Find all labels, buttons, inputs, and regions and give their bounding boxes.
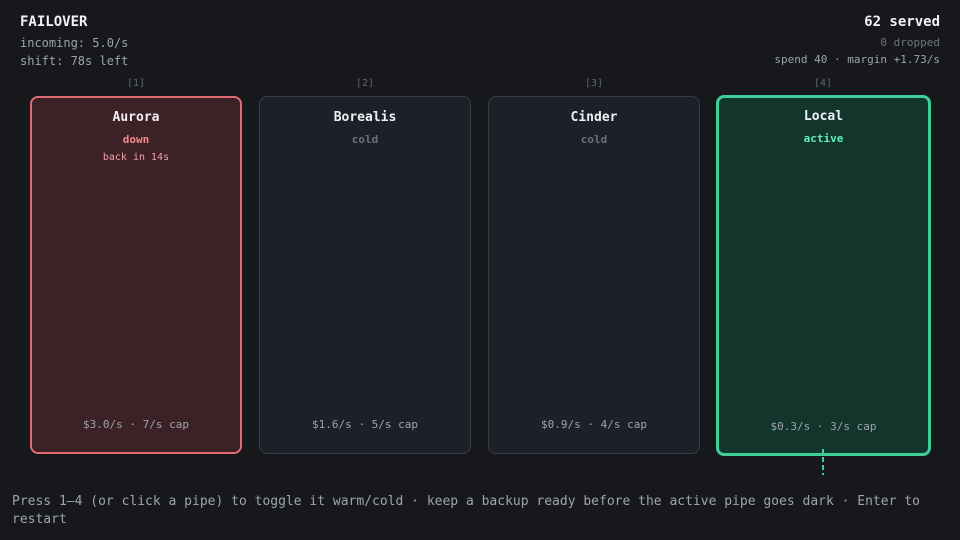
pipe-local[interactable]: Local active $0.3/s · 3/s cap — [716, 95, 931, 456]
pipe-name: Aurora — [112, 110, 160, 125]
pipe-rate: $0.9/s · 4/s cap — [541, 418, 647, 431]
pipe-aurora[interactable]: Aurora down back in 14s $3.0/s · 7/s cap — [30, 96, 242, 454]
pipe-index-2: [2] — [355, 78, 375, 89]
pipe-rate: $3.0/s · 7/s cap — [83, 418, 189, 431]
pipe-recovery-note: back in 14s — [102, 152, 170, 163]
help-text: Press 1–4 (or click a pipe) to toggle it… — [12, 494, 920, 527]
game-title: FAILOVER — [20, 14, 88, 30]
pipe-status: cold — [351, 133, 379, 146]
failover-game: FAILOVER incoming: 5.0/s shift: 78s left… — [0, 0, 960, 540]
incoming-rate: incoming: 5.0/s — [20, 36, 129, 50]
shift-timer: shift: 78s left — [20, 54, 129, 68]
pipe-status: down — [122, 133, 150, 146]
pipe-index-1: [1] — [126, 78, 146, 89]
pipe-borealis[interactable]: Borealis cold $1.6/s · 5/s cap — [259, 96, 471, 454]
pipe-index-4: [4] — [813, 78, 833, 89]
dropped-count: 0 dropped — [880, 36, 940, 49]
pipe-cinder[interactable]: Cinder cold $0.9/s · 4/s cap — [488, 96, 700, 454]
pipe-rate: $0.3/s · 3/s cap — [770, 420, 877, 433]
pipe-name: Cinder — [570, 110, 618, 125]
pipe-index-3: [3] — [584, 78, 604, 89]
pipe-rate: $1.6/s · 5/s cap — [312, 418, 418, 431]
served-count: 62 served — [864, 14, 940, 30]
active-flow-marker — [822, 449, 824, 475]
pipe-name: Borealis — [333, 110, 397, 125]
pipe-status: cold — [580, 133, 608, 146]
spend-margin: spend 40 · margin +1.73/s — [774, 53, 940, 66]
pipe-name: Local — [803, 109, 844, 124]
pipe-status: active — [803, 132, 844, 145]
